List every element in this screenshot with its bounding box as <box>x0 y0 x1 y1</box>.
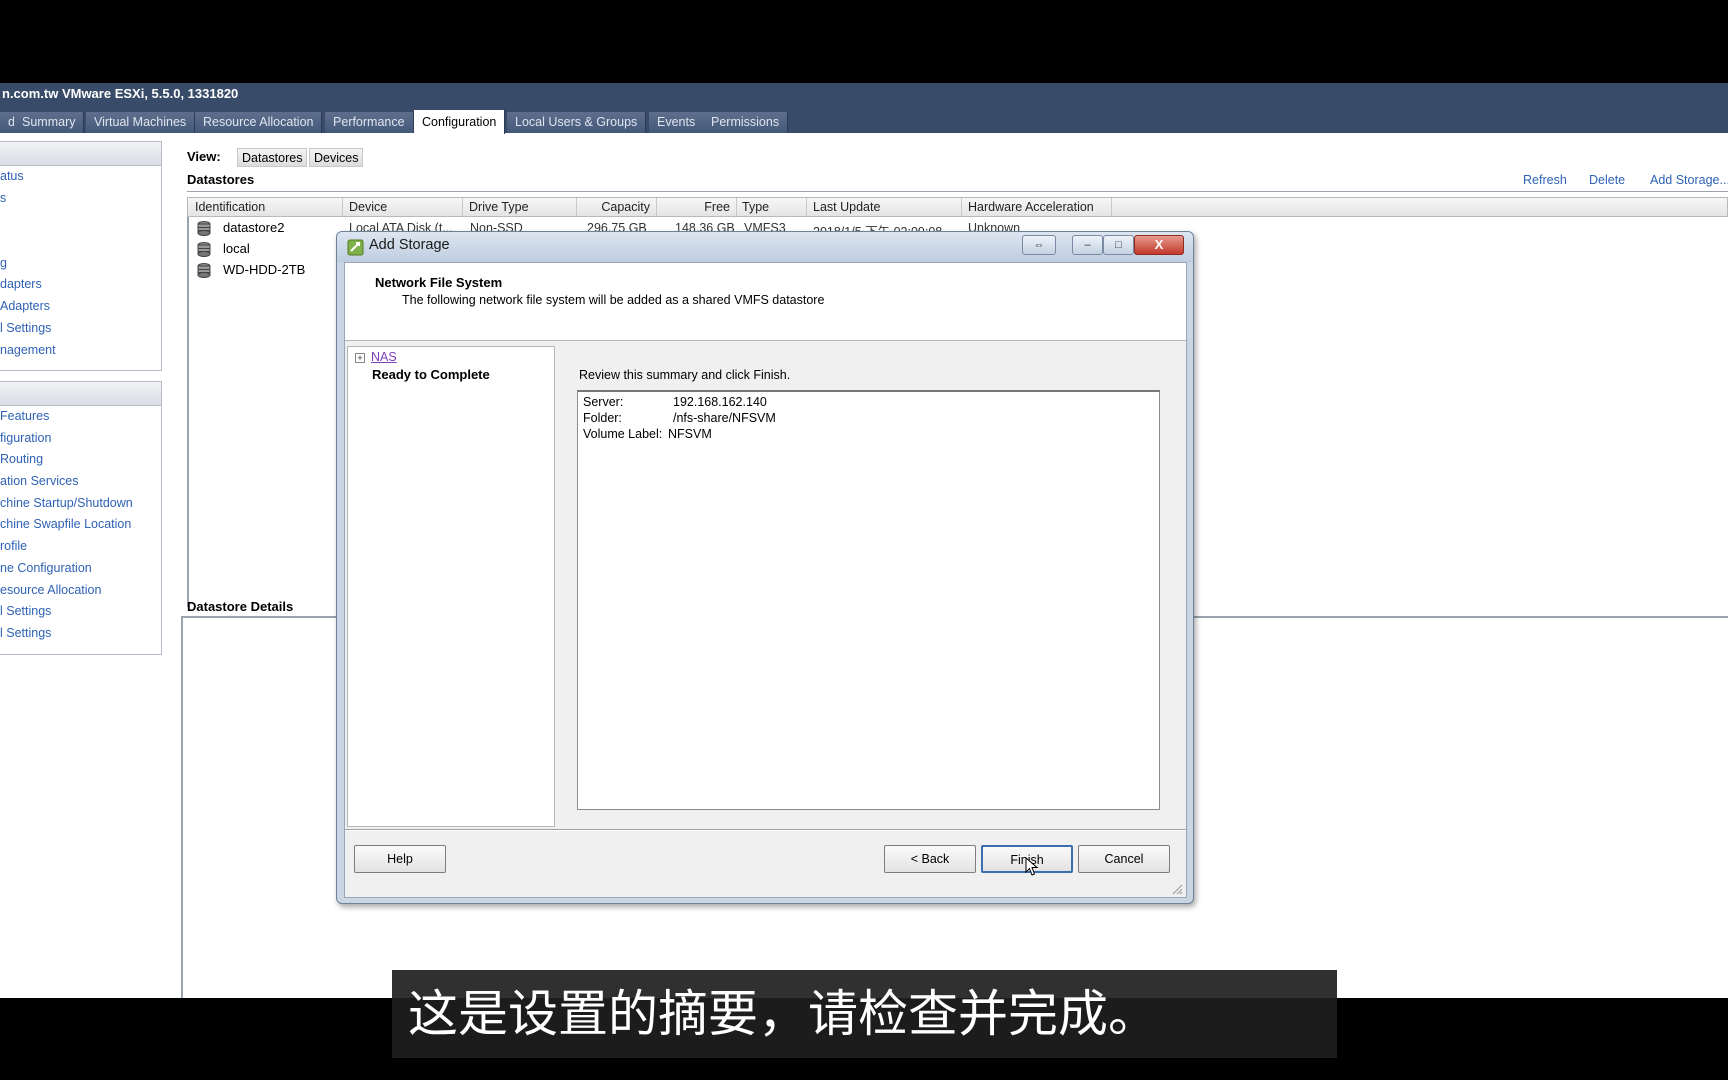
sidebar-item[interactable]: s <box>0 188 161 210</box>
add-storage-link[interactable]: Add Storage... <box>1650 173 1728 187</box>
col-identification[interactable]: Identification <box>188 198 343 216</box>
view-devices-button[interactable]: Devices <box>309 148 364 167</box>
mouse-cursor-icon <box>1025 857 1039 876</box>
sidebar-item[interactable]: nagement <box>0 340 161 362</box>
wizard-content: Review this summary and click Finish. Se… <box>555 346 1186 827</box>
sidebar-item[interactable]: ne Configuration <box>0 558 161 580</box>
datastore-icon <box>197 242 211 258</box>
sidebar-item[interactable]: dapters <box>0 274 161 296</box>
table-row[interactable]: local <box>187 239 347 259</box>
summary-label: Volume Label: <box>583 427 663 441</box>
dialog-titlebar[interactable]: Add Storage ⇔ – □ X <box>337 232 1193 262</box>
sidebar-item[interactable]: l Settings <box>0 623 161 645</box>
dialog-body: Network File System The following networ… <box>344 262 1187 898</box>
datastore-name: WD-HDD-2TB <box>223 262 306 277</box>
hardware-header <box>0 142 161 166</box>
sidebar-item[interactable]: l Settings <box>0 601 161 623</box>
sidebar-item[interactable]: Adapters <box>0 296 161 318</box>
wizard-step-description: The following network file system will b… <box>402 293 825 307</box>
review-instruction: Review this summary and click Finish. <box>579 368 791 382</box>
summary-value: NFSVM <box>668 427 712 441</box>
resize-grip-icon[interactable] <box>1171 883 1183 895</box>
datastore-name: datastore2 <box>223 220 285 235</box>
sidebar-item[interactable]: l Settings <box>0 318 161 340</box>
summary-value: /nfs-share/NFSVM <box>673 411 776 425</box>
datastore-table-header: Identification Device Drive Type Capacit… <box>187 197 1728 217</box>
sidebar-item[interactable]: chine Swapfile Location <box>0 514 161 536</box>
sidebar-item[interactable] <box>0 209 161 231</box>
col-type[interactable]: Type <box>737 198 807 216</box>
sidebar-item[interactable]: Features <box>0 406 161 428</box>
summary-label: Server: <box>583 395 624 409</box>
tab-configuration[interactable]: Configuration <box>414 110 506 134</box>
datastore-details-title: Datastore Details <box>187 599 294 614</box>
datastore-icon <box>197 221 211 237</box>
footer-separator <box>345 829 1186 831</box>
tab-virtual-machines[interactable]: Virtual Machines <box>86 112 196 133</box>
minimize-button[interactable]: – <box>1072 235 1103 255</box>
delete-link[interactable]: Delete <box>1589 173 1625 187</box>
wizard-step-title: Network File System <box>375 275 503 290</box>
col-drive-type[interactable]: Drive Type <box>463 198 577 216</box>
separator <box>187 191 1728 192</box>
tab-bar: d Summary Virtual Machines Resource Allo… <box>0 107 1728 134</box>
restore-icon[interactable]: ⇔ <box>1022 235 1056 255</box>
col-last-update[interactable]: Last Update <box>807 198 962 216</box>
cancel-button[interactable]: Cancel <box>1078 845 1170 873</box>
sidebar-item[interactable]: g <box>0 253 161 275</box>
col-hardware-acceleration[interactable]: Hardware Acceleration <box>962 198 1112 216</box>
datastores-title: Datastores <box>187 172 255 187</box>
tab-resource-allocation[interactable]: Resource Allocation <box>195 112 323 133</box>
col-free[interactable]: Free <box>657 198 737 216</box>
software-header <box>0 382 161 406</box>
sidebar-item[interactable]: atus <box>0 166 161 188</box>
config-sidebar: atus s g dapters Adapters l Settings nag… <box>0 141 162 741</box>
tab-summary[interactable]: Summary <box>14 112 85 133</box>
view-datastores-button[interactable]: Datastores <box>237 148 308 167</box>
datastore-icon <box>197 263 211 279</box>
sidebar-item[interactable]: rofile <box>0 536 161 558</box>
summary-row: Server: 192.168.162.140 <box>583 394 767 410</box>
host-title: n.com.tw VMware ESXi, 5.5.0, 1331820 <box>0 83 1728 107</box>
col-device[interactable]: Device <box>343 198 463 216</box>
video-subtitle: 这是设置的摘要，请检查并完成。 <box>392 970 1337 1058</box>
sidebar-item[interactable]: Routing <box>0 449 161 471</box>
expand-icon[interactable]: + <box>355 353 365 363</box>
col-capacity[interactable]: Capacity <box>577 198 657 216</box>
nav-ready-to-complete: Ready to Complete <box>372 367 490 382</box>
refresh-link[interactable]: Refresh <box>1523 173 1567 187</box>
table-row[interactable]: WD-HDD-2TB <box>187 260 347 280</box>
sidebar-item[interactable]: chine Startup/Shutdown <box>0 493 161 515</box>
add-storage-dialog: Add Storage ⇔ – □ X Network File System … <box>336 231 1194 904</box>
software-section: Features figuration Routing ation Servic… <box>0 381 162 655</box>
dialog-title: Add Storage <box>369 237 450 253</box>
back-button[interactable]: < Back <box>884 845 976 873</box>
help-button[interactable]: Help <box>354 845 446 873</box>
sidebar-item[interactable] <box>0 231 161 253</box>
summary-row: Volume Label: NFSVM <box>583 426 712 442</box>
hardware-section: atus s g dapters Adapters l Settings nag… <box>0 141 162 371</box>
summary-value: 192.168.162.140 <box>673 395 767 409</box>
tab-permissions[interactable]: Permissions <box>703 112 789 133</box>
sidebar-item[interactable]: esource Allocation <box>0 580 161 602</box>
sidebar-item[interactable]: ation Services <box>0 471 161 493</box>
wizard-header: Network File System The following networ… <box>345 263 1186 341</box>
datastore-name: local <box>223 241 250 256</box>
tab-events[interactable]: Events <box>649 112 705 133</box>
summary-box: Server: 192.168.162.140 Folder: /nfs-sha… <box>577 390 1160 810</box>
tab-performance[interactable]: Performance <box>325 112 414 133</box>
nav-nas-link[interactable]: NAS <box>371 350 397 364</box>
table-row[interactable]: datastore2 <box>187 218 347 238</box>
video-frame: n.com.tw VMware ESXi, 5.5.0, 1331820 d S… <box>0 0 1728 1080</box>
sidebar-item[interactable]: figuration <box>0 428 161 450</box>
wizard-nav: + NAS Ready to Complete <box>347 346 555 827</box>
add-storage-icon <box>347 239 364 256</box>
tab-local-users-groups[interactable]: Local Users & Groups <box>507 112 647 133</box>
close-button[interactable]: X <box>1134 235 1184 255</box>
summary-label: Folder: <box>583 411 622 425</box>
maximize-button[interactable]: □ <box>1103 235 1134 255</box>
view-label: View: <box>187 149 221 164</box>
summary-row: Folder: /nfs-share/NFSVM <box>583 410 776 426</box>
